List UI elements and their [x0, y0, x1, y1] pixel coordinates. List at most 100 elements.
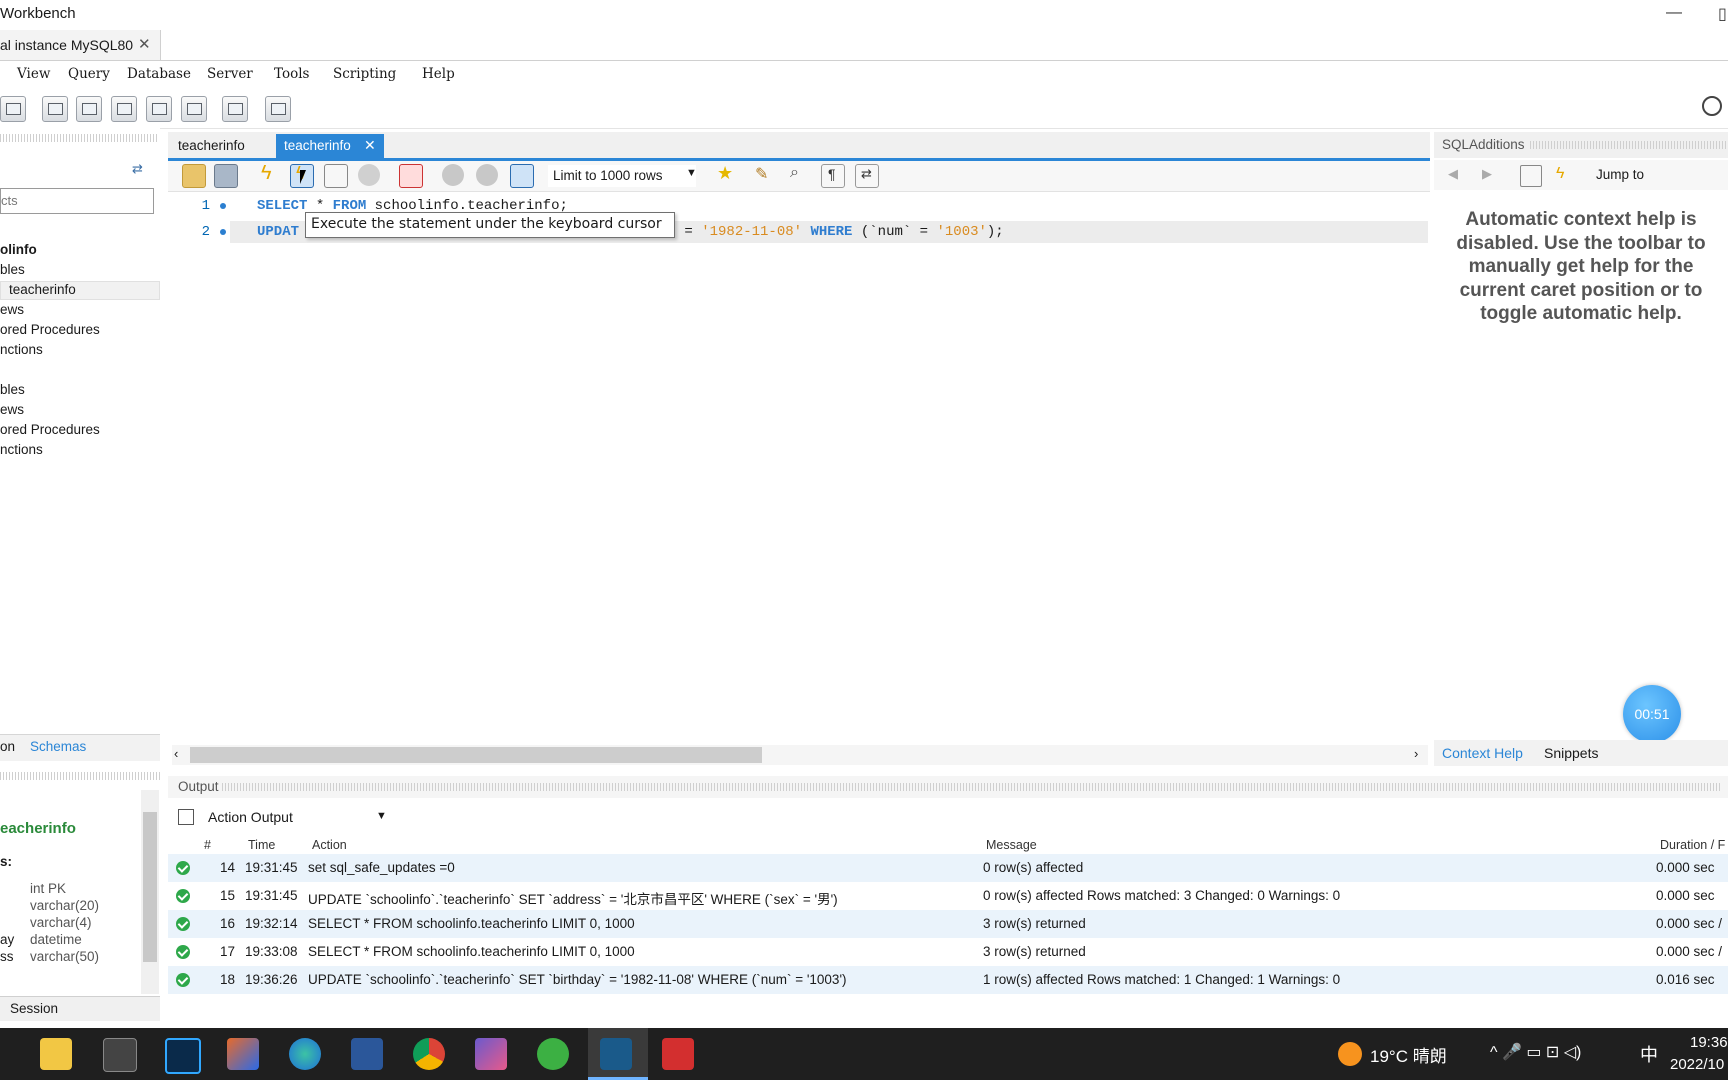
tab-administration[interactable]: on: [0, 739, 15, 754]
scrollbar-thumb[interactable]: [190, 747, 762, 763]
forward-icon[interactable]: ▶: [1482, 166, 1492, 182]
tree-views-node[interactable]: ews: [0, 302, 24, 317]
tray-icons[interactable]: ^ 🎤 ▭ ⊡ ◁): [1490, 1042, 1581, 1062]
col-header-action[interactable]: Action: [312, 838, 347, 852]
rollback-icon[interactable]: [476, 164, 498, 186]
wechat-icon[interactable]: [537, 1038, 569, 1070]
execute-all-icon[interactable]: ϟ: [258, 162, 280, 186]
weather-icon[interactable]: [1338, 1042, 1362, 1066]
menu-query[interactable]: Query: [68, 66, 110, 82]
beautify-icon[interactable]: ✎: [753, 164, 775, 186]
ime-indicator[interactable]: 中: [1640, 1041, 1658, 1067]
create-function-icon[interactable]: [181, 96, 207, 122]
code-line-2-end[interactable]: = '1982-11-08' WHERE (`num` = '1003');: [676, 224, 1003, 240]
explain-icon[interactable]: [324, 164, 348, 188]
tree-views-node-2[interactable]: ews: [0, 402, 24, 417]
close-icon[interactable]: ✕: [138, 35, 151, 53]
refresh-icon[interactable]: ⇄: [132, 161, 143, 177]
auto-help-icon[interactable]: ϟ: [1554, 165, 1574, 185]
find-icon[interactable]: ⌕: [787, 164, 809, 186]
row-action: UPDATE `schoolinfo`.`teacherinfo` SET `a…: [308, 892, 838, 907]
table-row[interactable]: 16 19:32:14 SELECT * FROM schoolinfo.tea…: [168, 910, 1728, 938]
photoshop-icon[interactable]: [165, 1038, 201, 1074]
table-row[interactable]: 14 19:31:45 set sql_safe_updates =0 0 ro…: [168, 854, 1728, 882]
tab-snippets[interactable]: Snippets: [1544, 745, 1598, 761]
info-scrollbar[interactable]: [141, 790, 159, 994]
col-header-message[interactable]: Message: [986, 838, 1037, 852]
edge-icon[interactable]: [289, 1038, 321, 1070]
table-row[interactable]: 15 19:31:45 UPDATE `schoolinfo`.`teacher…: [168, 882, 1728, 910]
invisible-chars-icon[interactable]: ¶: [821, 164, 845, 188]
file-explorer-icon[interactable]: [40, 1038, 72, 1070]
menu-server[interactable]: Server: [207, 66, 253, 82]
stop-on-error-icon[interactable]: [510, 164, 534, 188]
col-header-num[interactable]: #: [204, 838, 211, 852]
scroll-left-icon[interactable]: ‹: [174, 746, 178, 761]
tree-tables-node[interactable]: bles: [0, 262, 25, 277]
editor-horizontal-scrollbar[interactable]: ‹ ›: [172, 745, 1428, 765]
info-scrollbar-thumb[interactable]: [143, 812, 157, 962]
terminal-icon[interactable]: [103, 1038, 137, 1072]
tree-schema-node[interactable]: olinfo: [0, 242, 37, 257]
matlab-icon[interactable]: [227, 1038, 259, 1070]
wps-icon[interactable]: [662, 1038, 694, 1070]
table-row[interactable]: 18 19:36:26 UPDATE `schoolinfo`.`teacher…: [168, 966, 1728, 994]
chrome-icon[interactable]: [413, 1038, 445, 1070]
tree-functions-node-2[interactable]: nctions: [0, 442, 43, 457]
col-header-time[interactable]: Time: [248, 838, 275, 852]
bookmark-icon[interactable]: ★: [715, 163, 737, 186]
tree-procedures-node[interactable]: ored Procedures: [0, 322, 100, 337]
menu-database[interactable]: Database: [127, 66, 191, 82]
manual-help-icon[interactable]: [1520, 165, 1542, 187]
menu-scripting[interactable]: Scripting: [333, 66, 396, 82]
connection-tab[interactable]: al instance MySQL80 ✕: [0, 30, 161, 60]
col-header-duration[interactable]: Duration / F: [1660, 838, 1725, 852]
limit-rows-select[interactable]: Limit to 1000 rows ▼: [548, 165, 697, 187]
row-num: 14: [220, 860, 236, 875]
save-icon[interactable]: [214, 164, 238, 188]
scroll-right-icon[interactable]: ›: [1414, 746, 1418, 761]
query-tab-active[interactable]: teacherinfo ✕: [276, 134, 384, 158]
table-row[interactable]: 17 19:33:08 SELECT * FROM schoolinfo.tea…: [168, 938, 1728, 966]
search-table-icon[interactable]: [222, 96, 248, 122]
settings-icon[interactable]: [1702, 96, 1722, 116]
app-icon[interactable]: [475, 1038, 507, 1070]
minimize-button[interactable]: —: [1666, 4, 1682, 22]
tab-context-help[interactable]: Context Help: [1442, 745, 1523, 761]
tree-procedures-node-2[interactable]: ored Procedures: [0, 422, 100, 437]
tab-schemas[interactable]: Schemas: [30, 739, 86, 754]
info-icon[interactable]: [0, 96, 26, 122]
schema-filter-input[interactable]: cts: [0, 188, 154, 214]
session-tab[interactable]: Session: [0, 996, 160, 1021]
menu-view[interactable]: View: [17, 66, 50, 82]
maximize-button[interactable]: ▯: [1718, 4, 1727, 24]
reconnect-icon[interactable]: [265, 96, 291, 122]
copy-icon[interactable]: [178, 809, 194, 825]
back-icon[interactable]: ◀: [1448, 166, 1458, 182]
tree-table-teacherinfo[interactable]: teacherinfo: [9, 282, 76, 297]
open-file-icon[interactable]: [182, 164, 206, 188]
recording-timer[interactable]: 00:51: [1623, 685, 1681, 743]
commit-icon[interactable]: [442, 164, 464, 186]
wrap-lines-icon[interactable]: ⇄: [855, 164, 879, 188]
jump-to-select[interactable]: Jump to: [1596, 167, 1644, 182]
clock-time[interactable]: 19:36: [1690, 1034, 1728, 1051]
toggle-autocommit-icon[interactable]: [399, 164, 423, 188]
word-icon[interactable]: [351, 1038, 383, 1070]
menu-tools[interactable]: Tools: [274, 66, 309, 82]
tree-tables-node-2[interactable]: bles: [0, 382, 25, 397]
create-procedure-icon[interactable]: [146, 96, 172, 122]
create-view-icon[interactable]: [111, 96, 137, 122]
close-icon[interactable]: ✕: [364, 137, 376, 154]
weather-text[interactable]: 19°C 晴朗: [1370, 1042, 1447, 1067]
clock-date[interactable]: 2022/10: [1670, 1056, 1724, 1073]
output-type-select[interactable]: Action Output ▼: [204, 805, 388, 829]
stop-icon[interactable]: [358, 164, 380, 186]
mysql-workbench-icon[interactable]: [600, 1038, 632, 1070]
create-schema-icon[interactable]: [42, 96, 68, 122]
query-tab[interactable]: teacherinfo: [168, 134, 272, 158]
code-line-2-start[interactable]: UPDAT: [257, 224, 299, 240]
menu-help[interactable]: Help: [422, 66, 455, 82]
create-table-icon[interactable]: [76, 96, 102, 122]
tree-functions-node[interactable]: nctions: [0, 342, 43, 357]
